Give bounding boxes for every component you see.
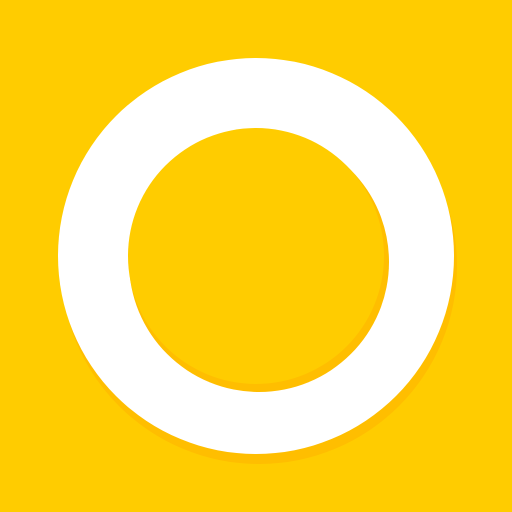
ring-center — [128, 128, 384, 384]
app-icon — [0, 0, 512, 512]
ring-logo-icon — [0, 0, 512, 512]
